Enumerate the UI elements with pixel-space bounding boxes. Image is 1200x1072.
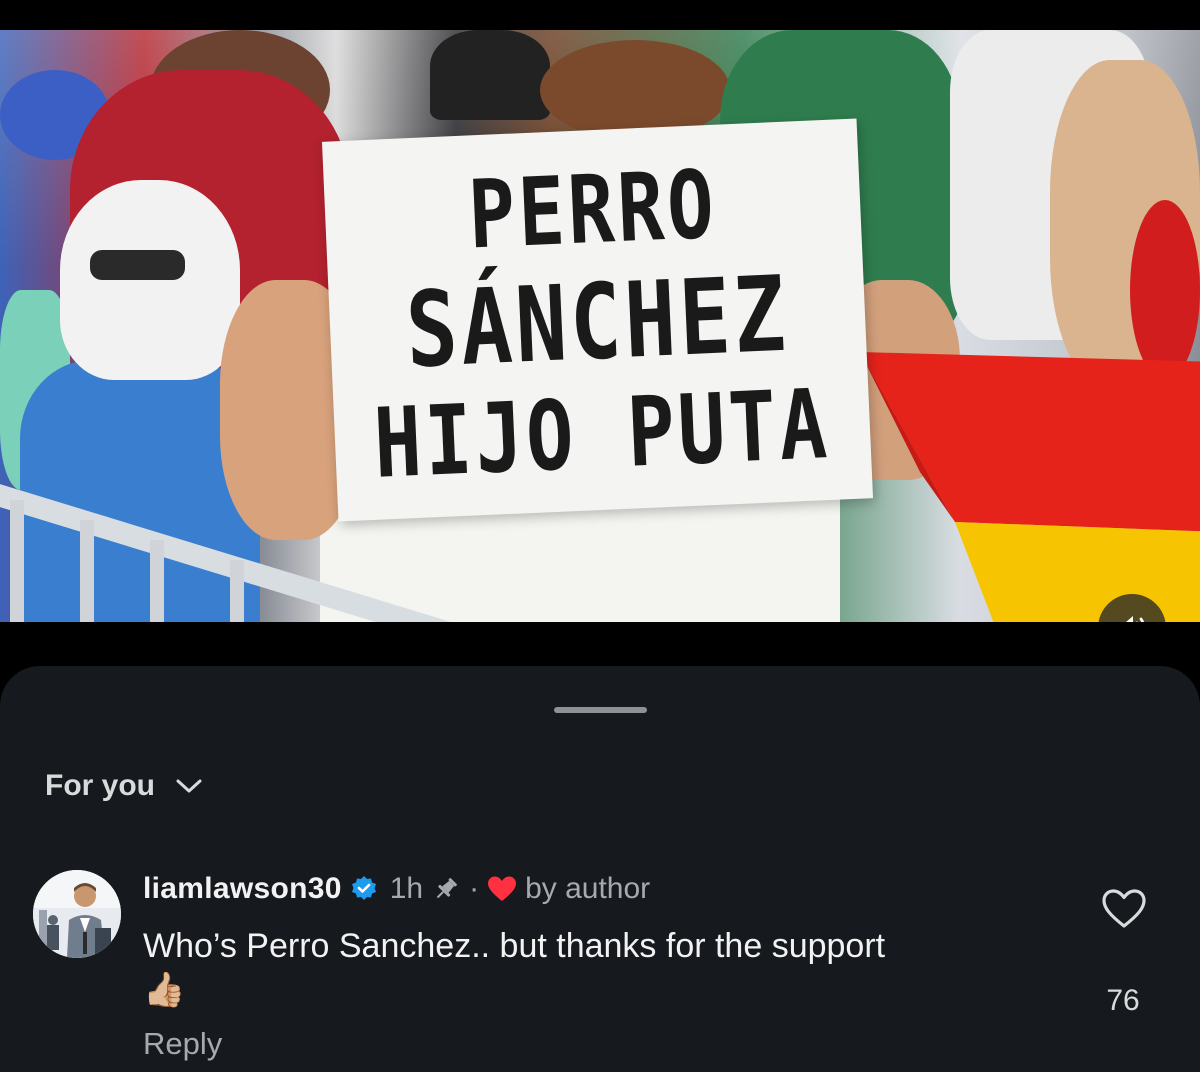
comment-meta: liamlawson30 1h · by author xyxy=(143,872,650,906)
sort-dropdown[interactable]: For you xyxy=(45,769,203,803)
railing-post xyxy=(150,540,164,622)
railing-post xyxy=(230,560,244,622)
thumbs-up-emoji: 👍🏼 xyxy=(143,971,186,1010)
verified-badge-icon xyxy=(351,876,376,900)
video-player[interactable]: PERRO SÁNCHEZ HIJO PUTA xyxy=(0,30,1200,622)
sunglasses xyxy=(90,250,185,280)
sign-line: SÁNCHEZ xyxy=(403,252,792,392)
sheet-drag-handle[interactable] xyxy=(554,707,647,713)
username[interactable]: liamlawson30 xyxy=(143,872,342,906)
sign-line: PERRO xyxy=(466,150,720,271)
crowd-figure xyxy=(60,180,240,380)
red-heart-icon xyxy=(488,876,517,901)
comments-sheet: For you liamlawson30 1h · by author Who’… xyxy=(0,666,1200,1072)
railing-post xyxy=(80,520,94,622)
reply-button[interactable]: Reply xyxy=(143,1026,222,1062)
spain-flag xyxy=(860,352,1200,622)
comment-body: Who’s Perro Sanchez.. but thanks for the… xyxy=(143,927,886,965)
railing-post xyxy=(10,500,24,622)
like-count: 76 xyxy=(1106,984,1140,1017)
avatar[interactable] xyxy=(33,870,121,958)
pin-icon xyxy=(436,878,457,899)
sort-label: For you xyxy=(45,769,155,802)
sign-line: HIJO PUTA xyxy=(372,367,833,500)
comment-text: Who’s Perro Sanchez.. but thanks for the… xyxy=(143,924,1023,1012)
separator-dot: · xyxy=(469,872,480,905)
protest-sign: PERRO SÁNCHEZ HIJO PUTA xyxy=(321,118,874,522)
like-button[interactable] xyxy=(1101,888,1147,935)
heart-outline-icon xyxy=(1102,889,1146,928)
comment-time: 1h xyxy=(389,872,424,905)
speaker-volume-icon xyxy=(1126,616,1145,622)
liked-by-author-label: by author xyxy=(525,872,651,905)
chevron-down-icon xyxy=(176,779,202,793)
crowd-figure xyxy=(430,30,550,120)
comment-item: liamlawson30 1h · by author Who’s Perro … xyxy=(33,866,1173,1066)
